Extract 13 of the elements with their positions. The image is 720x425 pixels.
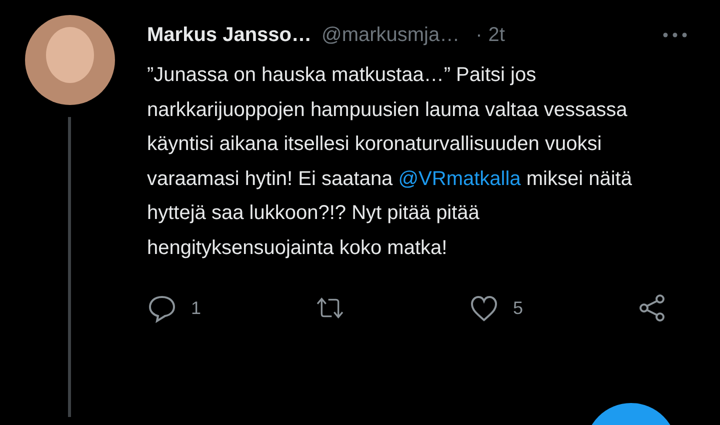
action-count: 1 xyxy=(191,298,202,318)
tweet-time: 2t xyxy=(488,24,505,46)
like-icon[interactable] xyxy=(468,293,499,323)
more-icon[interactable] xyxy=(662,32,688,38)
author-name[interactable]: Markus Jansso… xyxy=(147,24,312,46)
avatar[interactable] xyxy=(24,15,114,105)
action-count: 5 xyxy=(512,298,523,318)
tweet-text: ”Junassa on hauska matkustaa…” Paitsi jos narkkarijuoppojen hampuusien lauma valtaa vessassa käyntisi aikana itsellesi koronaturvallisuuden vuoksi varaamasi hytin! Ei saatana @VRmatkalla miksei näitä hyttejä saa lukkoon?!? Nyt pitää pitää hengityksensuojainta koko matka! xyxy=(147,63,633,260)
share-icon[interactable] xyxy=(636,293,667,323)
reply-icon[interactable] xyxy=(147,293,177,323)
mention-link[interactable]: @VRmatkalla xyxy=(398,168,521,190)
author-handle: @markusmja… xyxy=(322,24,460,46)
separator-dot: · xyxy=(476,24,482,46)
